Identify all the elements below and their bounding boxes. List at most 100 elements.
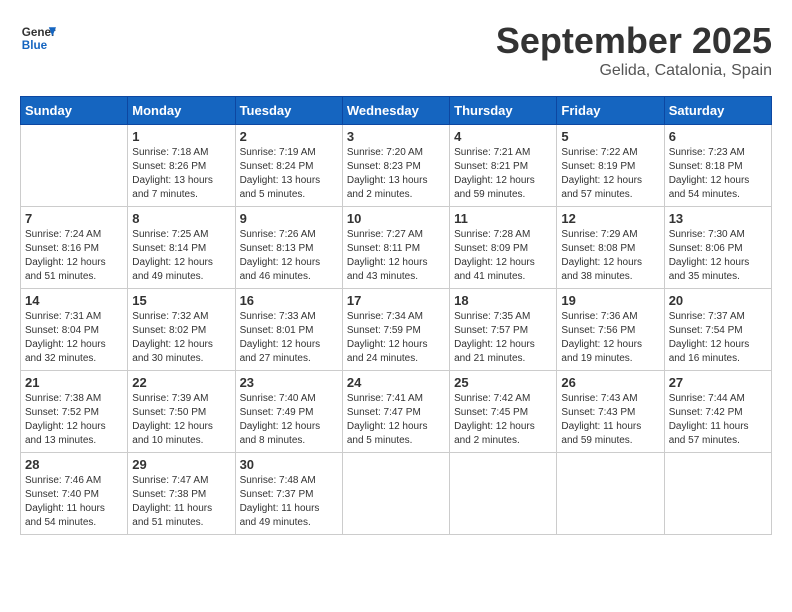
day-number: 16 [240, 293, 338, 308]
day-info: Sunrise: 7:36 AM Sunset: 7:56 PM Dayligh… [561, 310, 659, 366]
day-number: 12 [561, 211, 659, 226]
calendar-cell: 23 Sunrise: 7:40 AM Sunset: 7:49 PM Dayli… [235, 371, 342, 453]
weekday-header: Sunday [21, 97, 128, 125]
day-number: 26 [561, 375, 659, 390]
logo-icon: General Blue [20, 20, 56, 56]
day-number: 15 [132, 293, 230, 308]
calendar-cell [557, 453, 664, 535]
day-info: Sunrise: 7:48 AM Sunset: 7:37 PM Dayligh… [240, 474, 338, 530]
day-info: Sunrise: 7:46 AM Sunset: 7:40 PM Dayligh… [25, 474, 123, 530]
day-number: 23 [240, 375, 338, 390]
weekday-header: Thursday [450, 97, 557, 125]
day-info: Sunrise: 7:18 AM Sunset: 8:26 PM Dayligh… [132, 146, 230, 202]
day-number: 24 [347, 375, 445, 390]
day-number: 13 [669, 211, 767, 226]
calendar-cell: 3 Sunrise: 7:20 AM Sunset: 8:23 PM Daylig… [342, 125, 449, 207]
calendar-week-row: 1 Sunrise: 7:18 AM Sunset: 8:26 PM Daylig… [21, 125, 772, 207]
calendar-cell: 16 Sunrise: 7:33 AM Sunset: 8:01 PM Dayli… [235, 289, 342, 371]
day-info: Sunrise: 7:25 AM Sunset: 8:14 PM Dayligh… [132, 228, 230, 284]
calendar-week-row: 7 Sunrise: 7:24 AM Sunset: 8:16 PM Daylig… [21, 207, 772, 289]
calendar-cell: 11 Sunrise: 7:28 AM Sunset: 8:09 PM Dayli… [450, 207, 557, 289]
calendar-cell [21, 125, 128, 207]
day-number: 28 [25, 457, 123, 472]
calendar-cell: 6Sunrise: 7:23 AM Sunset: 8:18 PM Daylig… [664, 125, 771, 207]
calendar-cell: 29 Sunrise: 7:47 AM Sunset: 7:38 PM Dayli… [128, 453, 235, 535]
day-info: Sunrise: 7:21 AM Sunset: 8:21 PM Dayligh… [454, 146, 552, 202]
day-number: 30 [240, 457, 338, 472]
day-number: 19 [561, 293, 659, 308]
calendar-cell: 2Sunrise: 7:19 AM Sunset: 8:24 PM Daylig… [235, 125, 342, 207]
day-info: Sunrise: 7:30 AM Sunset: 8:06 PM Dayligh… [669, 228, 767, 284]
calendar-cell: 21 Sunrise: 7:38 AM Sunset: 7:52 PM Dayli… [21, 371, 128, 453]
day-info: Sunrise: 7:43 AM Sunset: 7:43 PM Dayligh… [561, 392, 659, 448]
calendar-cell: 4 Sunrise: 7:21 AM Sunset: 8:21 PM Daylig… [450, 125, 557, 207]
day-info: Sunrise: 7:33 AM Sunset: 8:01 PM Dayligh… [240, 310, 338, 366]
svg-text:Blue: Blue [22, 39, 48, 52]
calendar-cell: 14 Sunrise: 7:31 AM Sunset: 8:04 PM Dayli… [21, 289, 128, 371]
weekday-header: Friday [557, 97, 664, 125]
calendar-cell: 7 Sunrise: 7:24 AM Sunset: 8:16 PM Daylig… [21, 207, 128, 289]
calendar-cell: 13 Sunrise: 7:30 AM Sunset: 8:06 PM Dayli… [664, 207, 771, 289]
day-number: 17 [347, 293, 445, 308]
calendar-cell: 15 Sunrise: 7:32 AM Sunset: 8:02 PM Dayli… [128, 289, 235, 371]
day-info: Sunrise: 7:47 AM Sunset: 7:38 PM Dayligh… [132, 474, 230, 530]
day-number: 18 [454, 293, 552, 308]
day-number: 4 [454, 129, 552, 144]
weekday-header: Saturday [664, 97, 771, 125]
day-number: 1 [132, 129, 230, 144]
calendar-table: SundayMondayTuesdayWednesdayThursdayFrid… [20, 96, 772, 535]
page-header: General Blue September 2025 Gelida, Cata… [20, 20, 772, 80]
day-number: 21 [25, 375, 123, 390]
logo: General Blue [20, 20, 56, 56]
day-number: 2 [240, 129, 338, 144]
day-info: Sunrise: 7:28 AM Sunset: 8:09 PM Dayligh… [454, 228, 552, 284]
day-number: 11 [454, 211, 552, 226]
weekday-header-row: SundayMondayTuesdayWednesdayThursdayFrid… [21, 97, 772, 125]
calendar-cell: 24Sunrise: 7:41 AM Sunset: 7:47 PM Dayli… [342, 371, 449, 453]
calendar-cell: 18Sunrise: 7:35 AM Sunset: 7:57 PM Dayli… [450, 289, 557, 371]
calendar-cell: 30 Sunrise: 7:48 AM Sunset: 7:37 PM Dayli… [235, 453, 342, 535]
day-info: Sunrise: 7:23 AM Sunset: 8:18 PM Dayligh… [669, 146, 767, 202]
day-info: Sunrise: 7:44 AM Sunset: 7:42 PM Dayligh… [669, 392, 767, 448]
calendar-cell [342, 453, 449, 535]
calendar-cell [450, 453, 557, 535]
month-title: September 2025 [496, 20, 772, 62]
calendar-cell: 27 Sunrise: 7:44 AM Sunset: 7:42 PM Dayli… [664, 371, 771, 453]
weekday-header: Tuesday [235, 97, 342, 125]
calendar-week-row: 14 Sunrise: 7:31 AM Sunset: 8:04 PM Dayli… [21, 289, 772, 371]
calendar-cell: 5Sunrise: 7:22 AM Sunset: 8:19 PM Daylig… [557, 125, 664, 207]
day-info: Sunrise: 7:42 AM Sunset: 7:45 PM Dayligh… [454, 392, 552, 448]
day-number: 3 [347, 129, 445, 144]
day-info: Sunrise: 7:40 AM Sunset: 7:49 PM Dayligh… [240, 392, 338, 448]
calendar-cell: 17 Sunrise: 7:34 AM Sunset: 7:59 PM Dayli… [342, 289, 449, 371]
day-number: 27 [669, 375, 767, 390]
day-info: Sunrise: 7:20 AM Sunset: 8:23 PM Dayligh… [347, 146, 445, 202]
day-number: 7 [25, 211, 123, 226]
calendar-cell [664, 453, 771, 535]
calendar-cell: 10Sunrise: 7:27 AM Sunset: 8:11 PM Dayli… [342, 207, 449, 289]
day-info: Sunrise: 7:26 AM Sunset: 8:13 PM Dayligh… [240, 228, 338, 284]
calendar-week-row: 28 Sunrise: 7:46 AM Sunset: 7:40 PM Dayli… [21, 453, 772, 535]
day-info: Sunrise: 7:31 AM Sunset: 8:04 PM Dayligh… [25, 310, 123, 366]
day-number: 22 [132, 375, 230, 390]
day-info: Sunrise: 7:39 AM Sunset: 7:50 PM Dayligh… [132, 392, 230, 448]
day-info: Sunrise: 7:32 AM Sunset: 8:02 PM Dayligh… [132, 310, 230, 366]
day-info: Sunrise: 7:38 AM Sunset: 7:52 PM Dayligh… [25, 392, 123, 448]
calendar-cell: 20 Sunrise: 7:37 AM Sunset: 7:54 PM Dayli… [664, 289, 771, 371]
calendar-cell: 8Sunrise: 7:25 AM Sunset: 8:14 PM Daylig… [128, 207, 235, 289]
weekday-header: Wednesday [342, 97, 449, 125]
day-number: 29 [132, 457, 230, 472]
calendar-cell: 12 Sunrise: 7:29 AM Sunset: 8:08 PM Dayli… [557, 207, 664, 289]
calendar-cell: 22 Sunrise: 7:39 AM Sunset: 7:50 PM Dayli… [128, 371, 235, 453]
day-info: Sunrise: 7:37 AM Sunset: 7:54 PM Dayligh… [669, 310, 767, 366]
day-number: 25 [454, 375, 552, 390]
weekday-header: Monday [128, 97, 235, 125]
title-block: September 2025 Gelida, Catalonia, Spain [496, 20, 772, 80]
calendar-cell: 9Sunrise: 7:26 AM Sunset: 8:13 PM Daylig… [235, 207, 342, 289]
day-info: Sunrise: 7:34 AM Sunset: 7:59 PM Dayligh… [347, 310, 445, 366]
day-info: Sunrise: 7:24 AM Sunset: 8:16 PM Dayligh… [25, 228, 123, 284]
day-number: 10 [347, 211, 445, 226]
day-info: Sunrise: 7:29 AM Sunset: 8:08 PM Dayligh… [561, 228, 659, 284]
day-number: 14 [25, 293, 123, 308]
day-number: 20 [669, 293, 767, 308]
